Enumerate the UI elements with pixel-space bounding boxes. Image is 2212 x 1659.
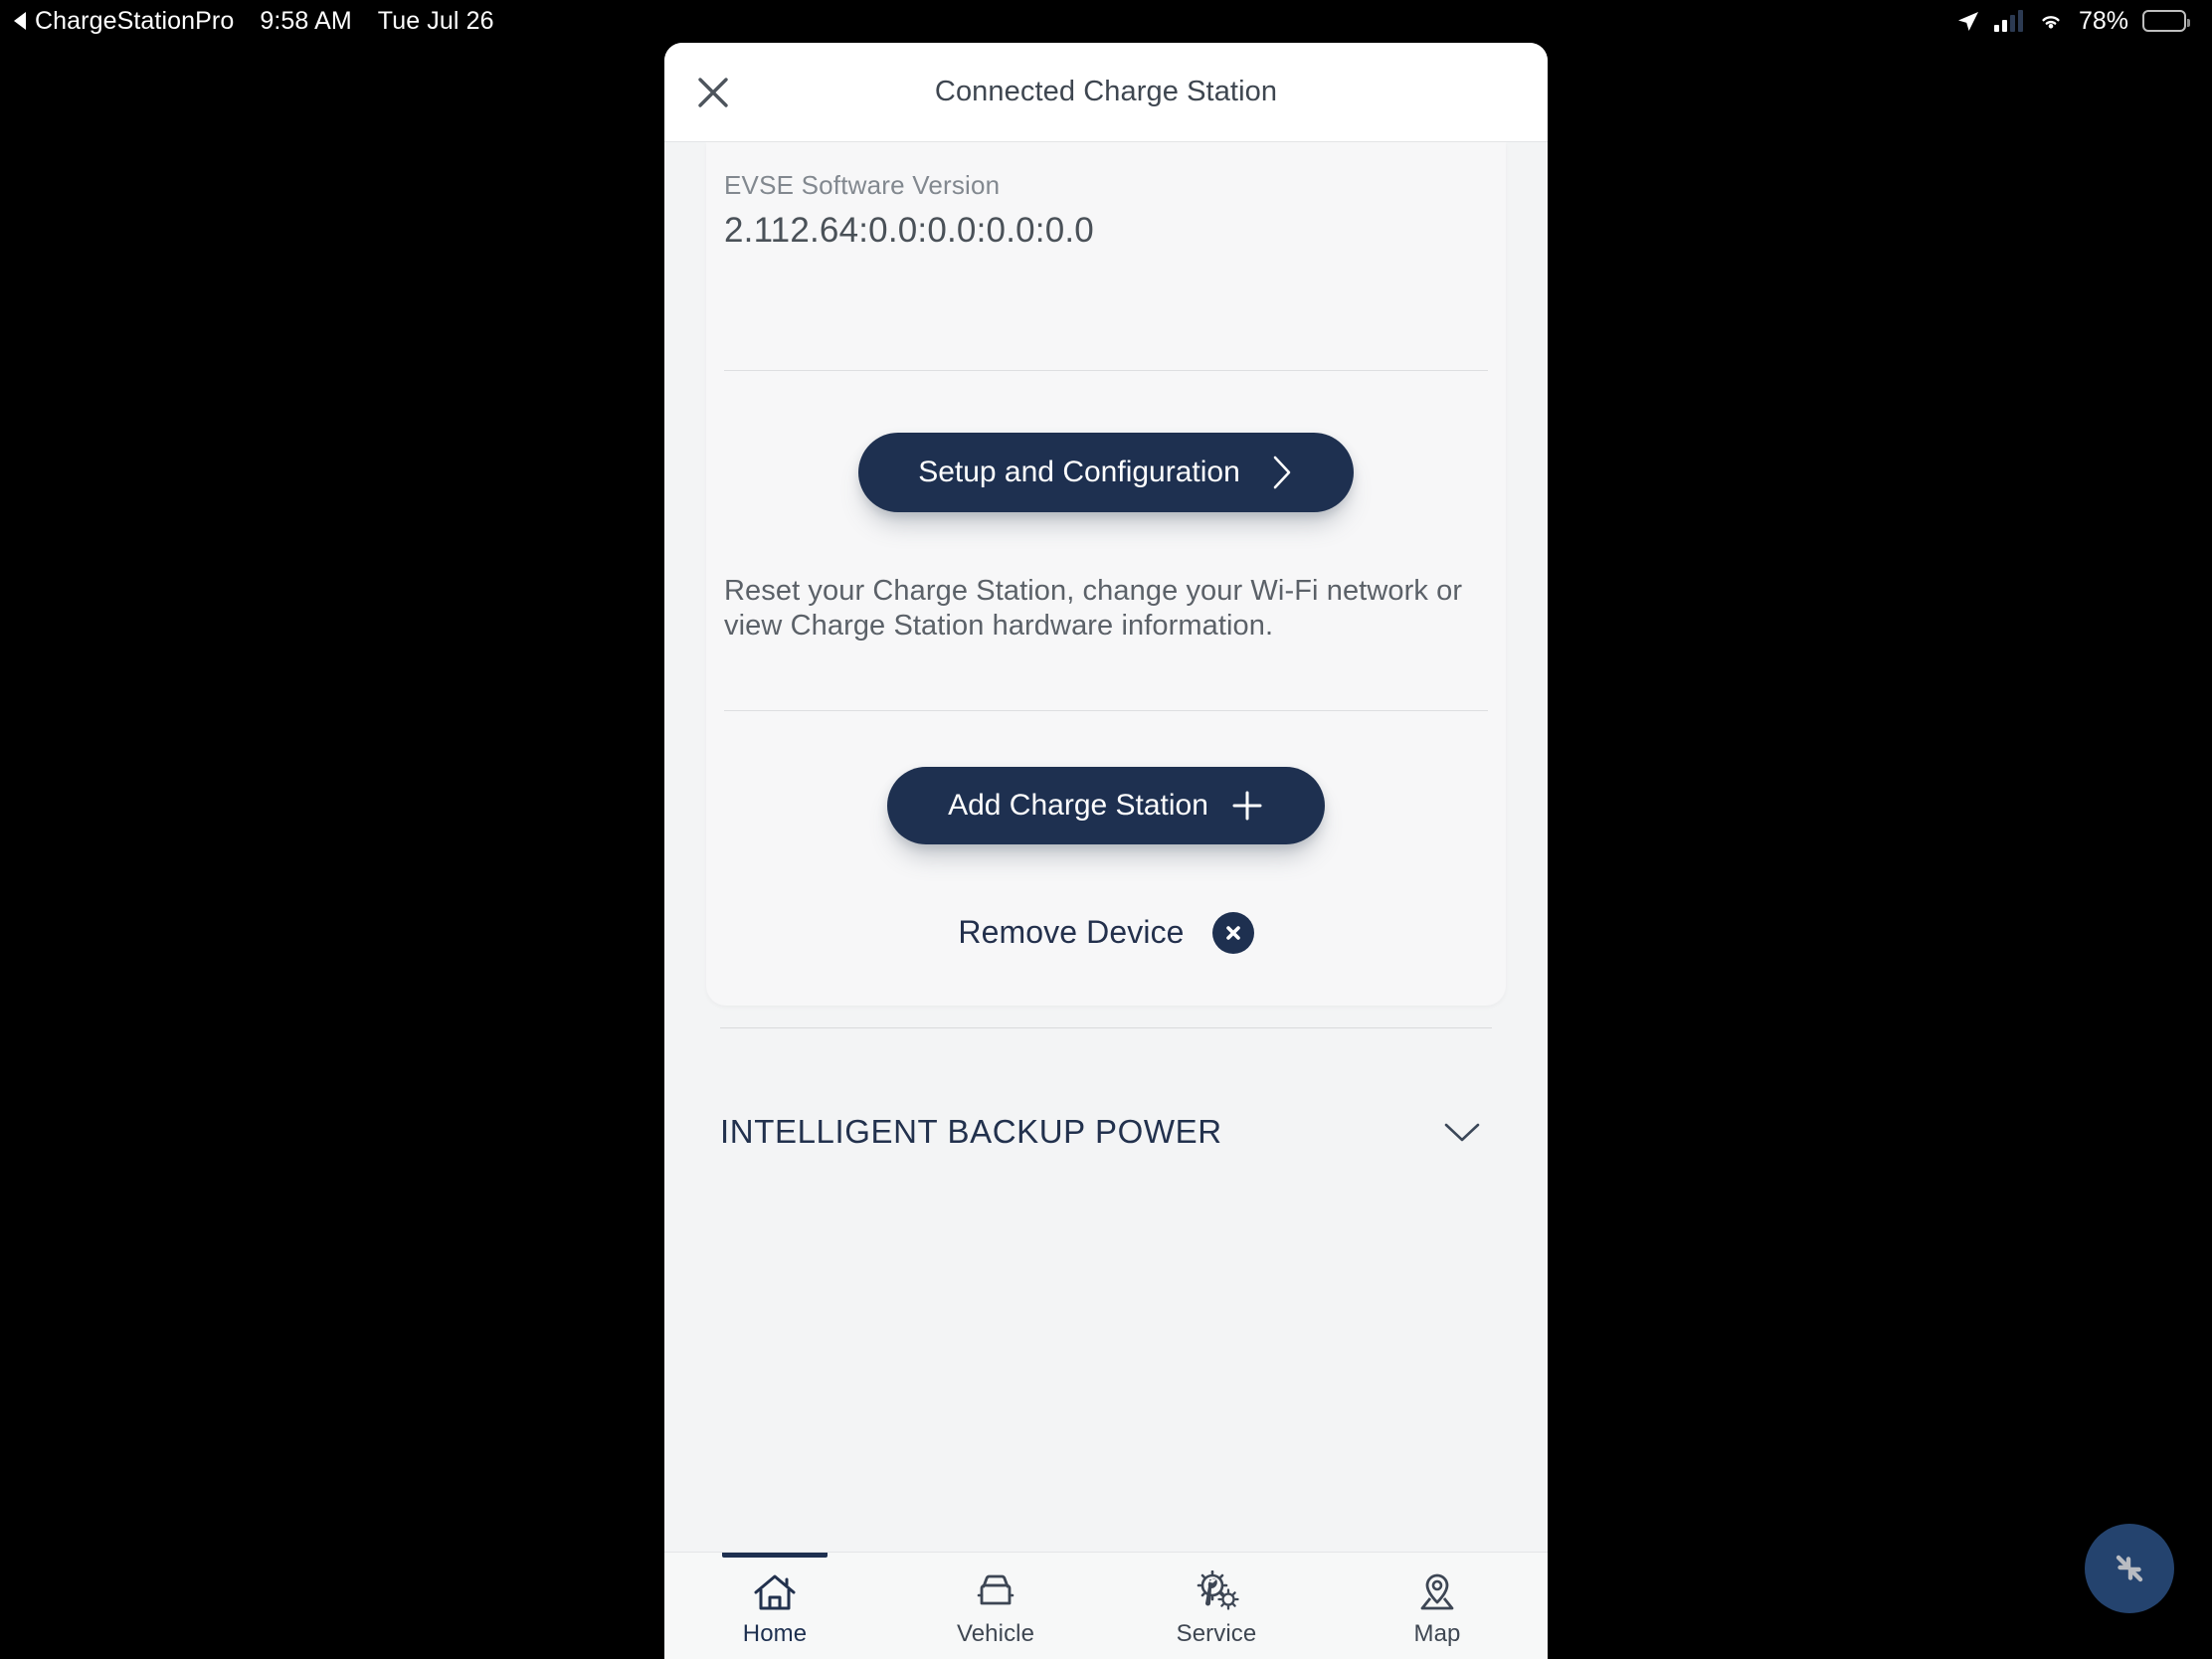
tab-home[interactable]: Home [664,1553,885,1659]
plus-icon [1232,791,1262,821]
evse-version-value: 2.112.64:0.0:0.0:0.0:0.0 [724,211,1094,250]
setup-button-wrap: Setup and Configuration [724,371,1488,512]
page-title: Connected Charge Station [934,76,1278,107]
tab-service[interactable]: Service [1106,1553,1327,1659]
cellular-signal-icon [1993,10,2023,32]
tab-home-label: Home [742,1619,808,1647]
tab-vehicle[interactable]: Vehicle [885,1553,1106,1659]
chevron-down-icon[interactable] [1440,1118,1484,1146]
tab-vehicle-label: Vehicle [956,1619,1035,1647]
status-app-name: ChargeStationPro [35,6,235,35]
evse-version-block: EVSE Software Version 2.112.64:0.0:0.0:0… [724,142,1488,251]
chevron-right-icon [1273,456,1291,489]
add-charge-station-button[interactable]: Add Charge Station [887,766,1325,844]
home-icon [754,1574,796,1609]
close-icon[interactable] [690,70,736,115]
wrench-gear-icon [1197,1569,1239,1610]
tab-map[interactable]: Map [1327,1553,1548,1659]
add-button-label: Add Charge Station [948,788,1208,822]
charge-station-info-card: EVSE Software Version 2.112.64:0.0:0.0:0… [706,142,1506,1006]
evse-version-label: EVSE Software Version [724,170,1001,200]
location-arrow-icon [1957,12,1978,31]
bottom-tab-bar: Home Vehicle Service Map [664,1552,1548,1659]
collapse-arrows-icon[interactable] [2085,1524,2174,1613]
status-bar: ChargeStationPro 9:58 AM Tue Jul 26 78% [0,0,2212,42]
status-date: Tue Jul 26 [377,6,494,35]
remove-device-button[interactable]: Remove Device [724,911,1488,1006]
status-battery-percent: 78% [2078,6,2128,35]
active-tab-indicator [722,1553,828,1558]
circle-x-icon [1211,911,1254,954]
divider-accordion [720,1027,1492,1028]
setup-and-configuration-button[interactable]: Setup and Configuration [858,433,1354,512]
connected-charge-station-sheet: Connected Charge Station EVSE Software V… [664,43,1548,1659]
status-time: 9:58 AM [260,6,352,35]
sheet-body: EVSE Software Version 2.112.64:0.0:0.0:0… [664,142,1548,1552]
status-bar-left: ChargeStationPro 9:58 AM Tue Jul 26 [14,7,494,36]
back-triangle-icon [14,12,26,30]
sheet-header: Connected Charge Station [664,43,1548,142]
battery-icon [2142,10,2190,32]
accordion-title: INTELLIGENT BACKUP POWER [720,1113,1222,1150]
tab-service-label: Service [1176,1619,1257,1647]
status-bar-right: 78% [1956,6,2190,36]
wifi-icon [2042,16,2060,29]
car-icon [977,1574,1014,1604]
map-pin-icon [1420,1573,1454,1609]
tab-map-label: Map [1413,1619,1461,1647]
remove-device-label: Remove Device [958,914,1185,951]
setup-button-label: Setup and Configuration [918,456,1240,488]
status-back-to-app[interactable]: ChargeStationPro [14,7,234,36]
setup-description: Reset your Charge Station, change your W… [724,575,1463,643]
intelligent-backup-power-accordion[interactable]: INTELLIGENT BACKUP POWER [706,1077,1506,1187]
add-button-wrap: Add Charge Station [724,711,1488,844]
